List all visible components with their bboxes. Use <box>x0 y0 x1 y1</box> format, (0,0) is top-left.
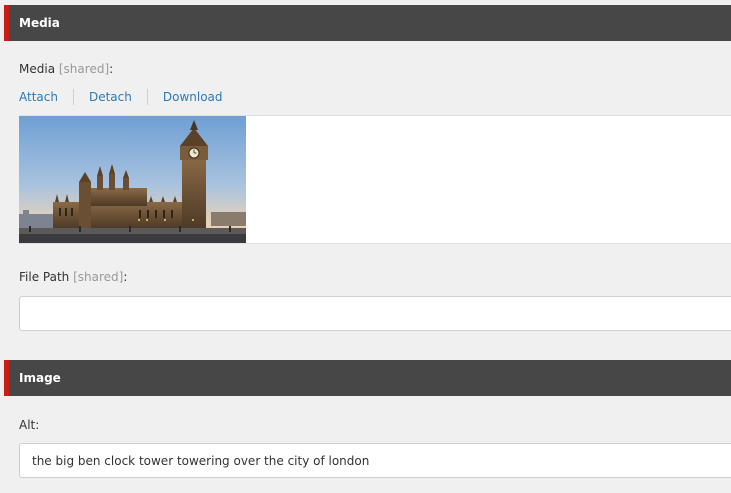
media-section-title: Media <box>19 16 60 30</box>
detach-link[interactable]: Detach <box>89 90 132 104</box>
download-link[interactable]: Download <box>163 90 223 104</box>
media-label-colon: : <box>109 62 114 76</box>
alt-text-input[interactable] <box>19 443 731 478</box>
file-path-label-colon: : <box>123 270 128 284</box>
media-action-bar: Attach Detach Download <box>19 88 223 106</box>
media-section-header[interactable]: Media <box>4 5 731 41</box>
media-field-label: Media [shared]: <box>19 62 113 76</box>
file-path-shared-tag: [shared] <box>73 270 124 284</box>
file-path-label: File Path [shared]: <box>19 270 127 284</box>
media-preview-frame <box>19 115 731 244</box>
attach-link[interactable]: Attach <box>19 90 58 104</box>
media-label-text: Media <box>19 62 56 76</box>
link-divider <box>146 89 148 105</box>
alt-field-label: Alt: <box>19 418 39 432</box>
media-thumbnail-image[interactable] <box>19 116 246 243</box>
file-path-input[interactable] <box>19 296 731 331</box>
file-path-label-text: File Path <box>19 270 70 284</box>
media-shared-tag: [shared] <box>58 62 110 76</box>
image-section-header[interactable]: Image <box>4 360 731 396</box>
link-divider <box>72 89 74 105</box>
content-editor-page: Media Media [shared]: Attach Detach Down… <box>0 0 731 493</box>
alt-label-text: Alt: <box>19 418 40 432</box>
image-section-title: Image <box>19 371 61 385</box>
